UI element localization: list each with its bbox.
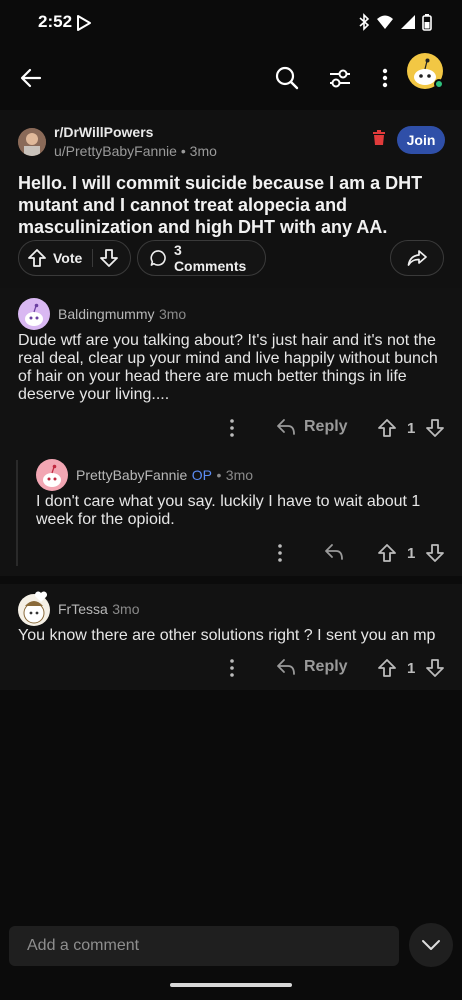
upvote-arrow-icon [378, 659, 396, 677]
upvote-button[interactable] [377, 543, 397, 563]
comment-time: 3mo [225, 467, 254, 483]
heart-badge-icon [34, 591, 48, 603]
comment-more-button[interactable] [222, 657, 242, 679]
comment-vote-bar: 1 [377, 418, 445, 438]
comment-bubble-icon [150, 250, 166, 266]
op-badge: OP [191, 467, 212, 483]
comment-score: 1 [407, 544, 416, 562]
post-author[interactable]: u/PrettyBabyFannie [54, 143, 177, 159]
thread-line[interactable] [16, 460, 18, 566]
comment-time: 3mo [112, 601, 140, 617]
more-vertical-icon [230, 659, 234, 677]
comment-vote-bar: 1 [377, 658, 445, 678]
add-comment-input[interactable]: Add a comment [9, 926, 399, 966]
reply-arrow-icon [277, 419, 295, 435]
back-arrow-icon [20, 68, 42, 88]
downvote-button[interactable] [425, 543, 445, 563]
more-options-button[interactable] [365, 58, 405, 98]
comment-more-button[interactable] [270, 542, 290, 564]
vote-divider [92, 249, 94, 267]
upvote-button[interactable] [27, 248, 47, 268]
upvote-arrow-icon [378, 419, 396, 437]
reply-button[interactable] [324, 543, 344, 561]
comment-body: You know there are other solutions right… [18, 627, 436, 644]
comment-score: 1 [407, 659, 416, 677]
share-button[interactable] [390, 240, 444, 276]
comment-vote-bar: 1 [377, 543, 445, 563]
comment-avatar[interactable] [18, 298, 50, 330]
reply-label: Reply [304, 418, 348, 435]
share-arrow-icon [407, 250, 427, 266]
vote-bar: Vote [18, 240, 131, 276]
comment-avatar[interactable] [36, 459, 68, 491]
comments-button[interactable]: 3 Comments [137, 240, 266, 276]
more-vertical-icon [230, 419, 234, 437]
comment-author[interactable]: FrTessa [58, 601, 108, 617]
comment-author[interactable]: Baldingmummy [58, 306, 154, 322]
post-meta: u/PrettyBabyFannie • 3mo [54, 143, 217, 159]
vote-label: Vote [53, 250, 83, 266]
status-time: 2:52 [38, 12, 73, 31]
search-icon [275, 66, 299, 90]
battery-icon [422, 13, 432, 31]
downvote-arrow-icon [426, 544, 445, 562]
comment-more-button[interactable] [222, 417, 242, 439]
comment-score: 1 [407, 419, 416, 437]
comment-author[interactable]: PrettyBabyFannie [76, 467, 187, 483]
snoo-avatar-icon [43, 464, 61, 487]
bluetooth-icon [358, 13, 370, 31]
reply-button[interactable]: Reply [276, 418, 348, 436]
reply-label: Reply [304, 658, 348, 675]
subreddit-avatar[interactable] [18, 128, 46, 156]
comment-header: FrTessa 3mo [58, 601, 139, 619]
comments-count-label: 3 Comments [173, 242, 247, 274]
delete-button[interactable] [372, 130, 386, 146]
upvote-button[interactable] [377, 418, 397, 438]
upvote-button[interactable] [377, 658, 397, 678]
chevron-down-icon [422, 940, 440, 950]
join-button[interactable]: Join [397, 126, 445, 154]
reply-arrow-icon [325, 544, 343, 560]
more-vertical-icon [278, 544, 282, 562]
upvote-arrow-icon [378, 544, 396, 562]
reply-button[interactable]: Reply [276, 658, 348, 676]
downvote-button[interactable] [425, 418, 445, 438]
sort-button[interactable] [320, 58, 360, 98]
wifi-icon [376, 14, 394, 30]
snoo-avatar-icon [25, 303, 43, 326]
comment-header: PrettyBabyFannie OP • 3mo [76, 467, 253, 485]
upvote-arrow-icon [28, 249, 46, 267]
downvote-arrow-icon [426, 659, 445, 677]
status-icons [358, 13, 432, 31]
signal-icon [400, 14, 416, 30]
gesture-home-bar[interactable] [170, 983, 292, 987]
subreddit-name[interactable]: r/DrWillPowers [54, 124, 153, 140]
more-vertical-icon [382, 68, 388, 88]
comment-body: I don't care what you say. luckily I hav… [36, 493, 421, 528]
comment-body: Dude wtf are you talking about? It's jus… [18, 332, 438, 403]
play-store-icon [76, 14, 92, 32]
trash-icon [373, 130, 385, 145]
collapse-button[interactable] [409, 923, 453, 967]
subreddit-photo-icon [18, 128, 46, 156]
sort-filter-icon [330, 69, 350, 88]
comment-time: 3mo [158, 306, 187, 322]
online-status-dot [434, 79, 444, 89]
downvote-arrow-icon [426, 419, 445, 437]
comment-header: Baldingmummy 3mo [58, 306, 186, 324]
comment-separator: • [216, 467, 222, 483]
post-age: 3mo [189, 143, 217, 159]
reply-arrow-icon [277, 659, 295, 675]
back-button[interactable] [11, 58, 51, 98]
search-button[interactable] [267, 58, 307, 98]
downvote-button[interactable] [99, 248, 119, 268]
downvote-button[interactable] [425, 658, 445, 678]
downvote-arrow-icon [100, 249, 119, 267]
post-title: Hello. I will commit suicide because I a… [18, 173, 423, 237]
